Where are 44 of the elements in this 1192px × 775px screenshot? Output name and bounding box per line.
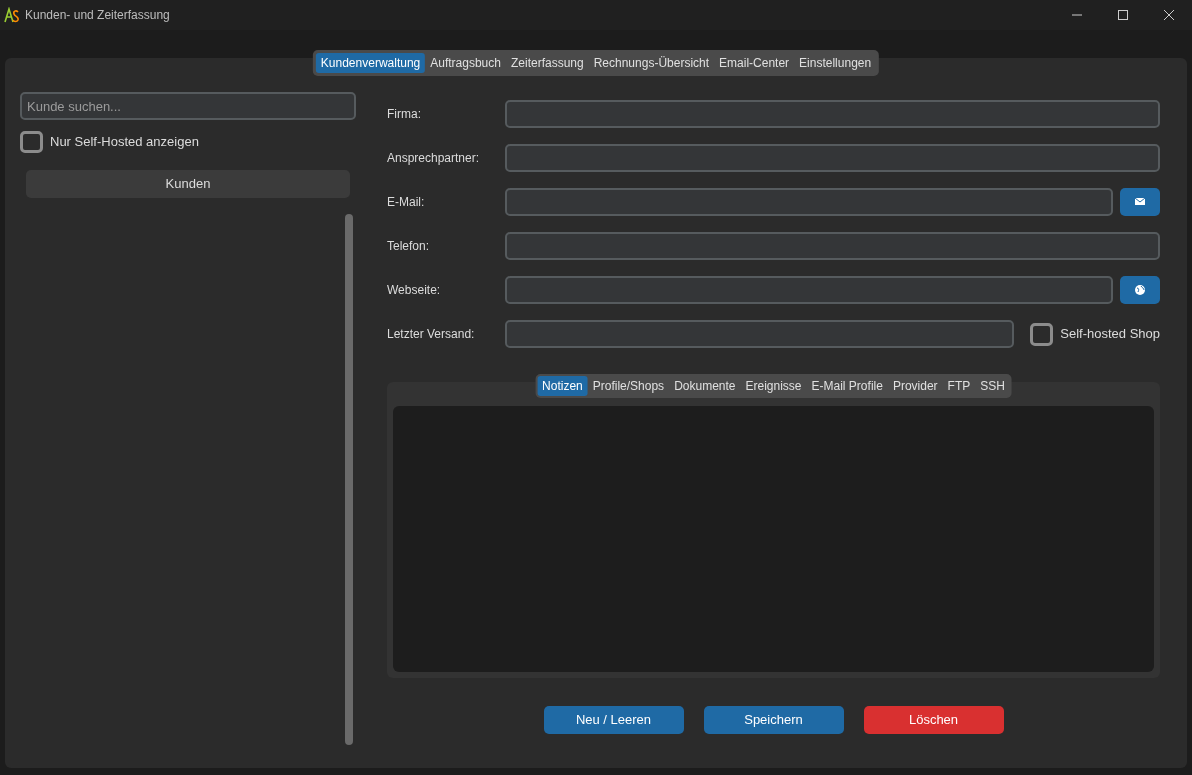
tab[interactable]: Ereignisse — [740, 376, 807, 396]
checkbox-label: Self-hosted Shop — [1060, 325, 1160, 344]
tab[interactable]: Kundenverwaltung — [315, 53, 426, 73]
tab[interactable]: SSH — [975, 376, 1010, 396]
tab[interactable]: Einstellungen — [794, 53, 877, 73]
field-label: Firma: — [387, 106, 422, 123]
action-button[interactable]: Neu / Leeren — [543, 706, 684, 734]
checkbox-label: Nur Self-Hosted anzeigen — [50, 133, 199, 152]
tab[interactable]: Auftragsbuch — [425, 53, 506, 73]
action-button[interactable]: Speichern — [703, 706, 844, 734]
maximize-icon — [1118, 10, 1128, 20]
tab[interactable]: FTP — [942, 376, 976, 396]
tab[interactable]: Zeiterfassung — [505, 53, 589, 73]
tab[interactable]: Profile/Shops — [587, 376, 670, 396]
tab[interactable]: Rechnungs-Übersicht — [588, 53, 715, 73]
app-logo-icon — [4, 7, 20, 23]
email-button[interactable] — [1120, 188, 1160, 216]
close-icon — [1164, 10, 1174, 20]
field-label: Letzter Versand: — [387, 326, 476, 343]
website-button[interactable] — [1120, 276, 1160, 304]
tab[interactable]: Notizen — [537, 376, 588, 396]
input-field[interactable] — [505, 232, 1160, 260]
tab[interactable]: Email-Center — [714, 53, 795, 73]
list-header: Kunden — [26, 170, 350, 198]
input-field[interactable] — [505, 320, 1014, 348]
checkbox[interactable] — [1030, 322, 1054, 346]
window-title: Kunden- und Zeiterfassung — [25, 7, 170, 24]
scrollbar[interactable] — [345, 214, 353, 745]
action-button[interactable]: Löschen — [863, 706, 1004, 734]
field-label: Telefon: — [387, 238, 431, 255]
input-field[interactable] — [505, 188, 1113, 216]
input-field[interactable] — [505, 144, 1160, 172]
checkbox[interactable] — [20, 131, 43, 153]
input-field[interactable] — [505, 100, 1160, 128]
field-label: Webseite: — [387, 282, 442, 299]
input-field[interactable] — [505, 276, 1113, 304]
tab[interactable]: E-Mail Profile — [806, 376, 888, 396]
tab[interactable]: Provider — [887, 376, 943, 396]
field-label: Ansprechpartner: — [387, 150, 481, 167]
globe-icon — [1134, 284, 1146, 296]
envelope-icon — [1134, 196, 1146, 208]
field-label: E-Mail: — [387, 194, 426, 211]
tab[interactable]: Dokumente — [669, 376, 741, 396]
search-field[interactable]: Kunde suchen... — [20, 92, 356, 120]
